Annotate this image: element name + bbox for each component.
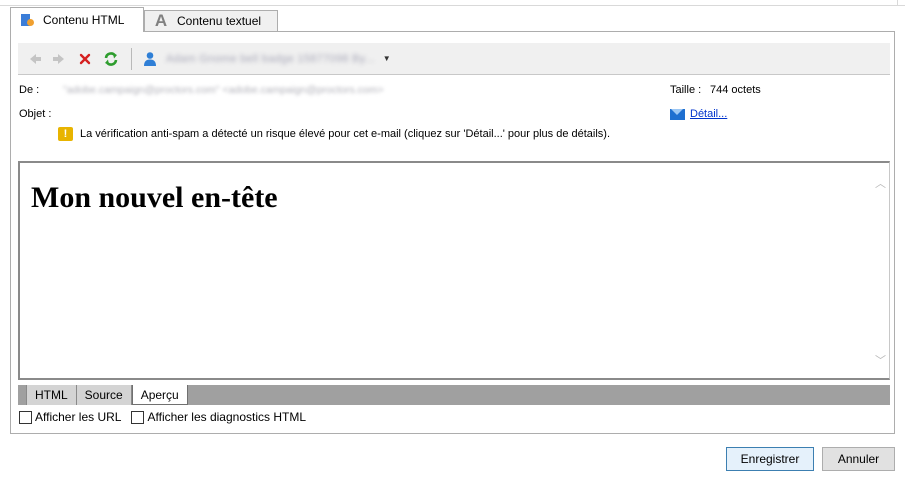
toolbar-separator — [131, 47, 132, 70]
warning-icon: ! — [58, 127, 73, 141]
show-diagnostics-checkbox[interactable] — [131, 410, 145, 424]
from-value: "adobe.campaign@proctors.com" <adobe.cam… — [63, 84, 384, 96]
scroll-up-icon[interactable]: ︿ — [875, 175, 886, 191]
from-label: De : — [19, 84, 40, 96]
detail-link[interactable]: Détail... — [690, 108, 727, 120]
tab-text-content[interactable]: A Contenu textuel — [144, 10, 278, 31]
back-button[interactable] — [23, 47, 47, 71]
options-row: Afficher les URL Afficher les diagnostic… — [19, 410, 316, 424]
preview-heading: Mon nouvel en-tête — [31, 181, 278, 214]
show-diagnostics-label: Afficher les diagnostics HTML — [147, 410, 306, 424]
forward-button[interactable] — [47, 47, 71, 71]
tab-html-content[interactable]: Contenu HTML — [10, 7, 144, 32]
delete-button[interactable] — [73, 47, 97, 71]
html-content-icon — [19, 12, 35, 28]
refresh-button[interactable] — [99, 47, 123, 71]
show-urls-checkbox[interactable] — [19, 410, 32, 424]
person-icon — [142, 51, 158, 67]
scroll-down-icon[interactable]: ﹀ — [875, 352, 886, 368]
refresh-icon — [104, 51, 118, 66]
view-tabs-bar: HTML Source Aperçu — [18, 385, 890, 405]
tab-preview[interactable]: Aperçu — [131, 385, 188, 405]
subject-label: Objet : — [19, 108, 52, 120]
show-diagnostics-option[interactable]: Afficher les diagnostics HTML — [131, 410, 306, 424]
save-button[interactable]: Enregistrer — [726, 447, 814, 471]
recipient-selector[interactable]: Adam Gnome bell badge 15877098 By... — [166, 53, 375, 65]
top-border — [0, 0, 905, 6]
toolbar: Adam Gnome bell badge 15877098 By... ▼ — [18, 43, 890, 75]
spam-warning-text: La vérification anti-spam a détecté un r… — [80, 128, 611, 140]
show-urls-option[interactable]: Afficher les URL — [19, 410, 121, 424]
arrow-right-icon — [53, 53, 64, 64]
text-content-icon: A — [154, 11, 168, 30]
chevron-down-icon[interactable]: ▼ — [383, 54, 391, 63]
cancel-button[interactable]: Annuler — [822, 447, 895, 471]
tab-text-content-label: Contenu textuel — [177, 14, 262, 28]
tab-source[interactable]: Source — [76, 385, 132, 405]
show-urls-label: Afficher les URL — [35, 410, 122, 424]
detail-link-row: Détail... — [670, 108, 727, 120]
email-preview[interactable]: Mon nouvel en-tête ︿ ﹀ — [18, 161, 890, 380]
tab-html[interactable]: HTML — [26, 385, 77, 405]
size-value: 744 octets — [710, 84, 761, 96]
arrow-left-icon — [30, 53, 41, 64]
size-label: Taille : — [670, 84, 702, 96]
delete-x-icon — [79, 53, 91, 64]
tab-html-content-label: Contenu HTML — [43, 13, 125, 27]
envelope-icon — [670, 108, 685, 120]
spam-warning: ! La vérification anti-spam a détecté un… — [58, 127, 610, 141]
